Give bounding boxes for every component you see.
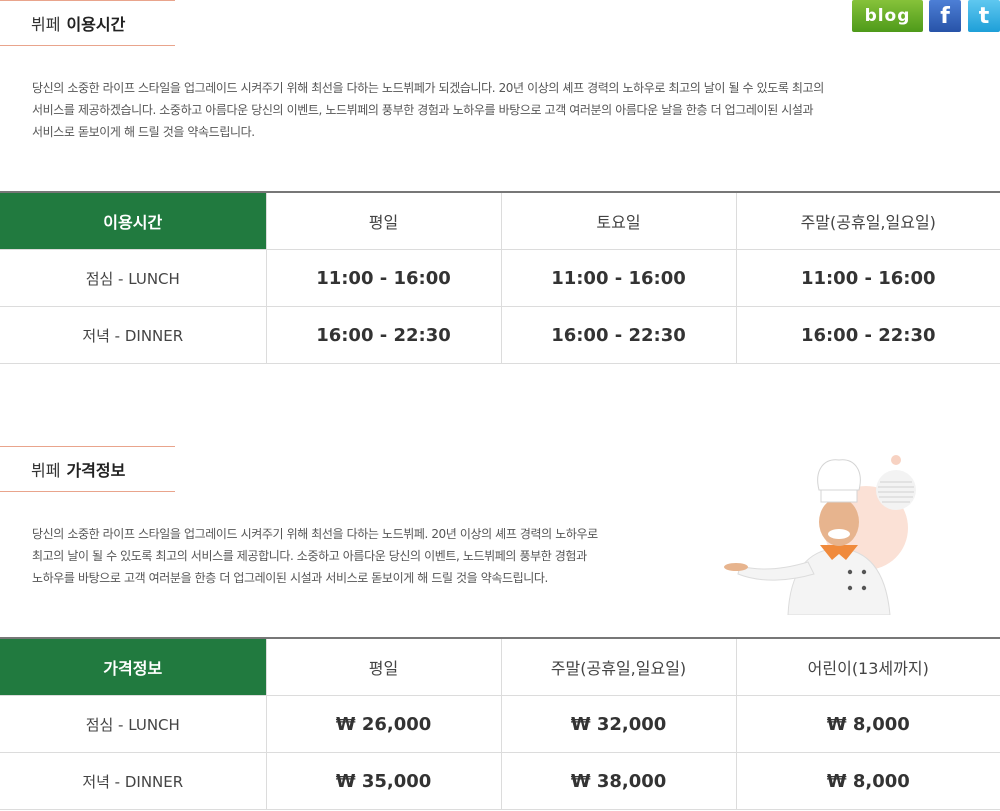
hours-section-title: 뷔페 이용시간 (0, 0, 175, 46)
price-description: 당신의 소중한 라이프 스타일을 업그레이드 시켜주기 위해 최선을 다하는 노… (32, 523, 598, 589)
table-row: 점심 - LUNCH ₩ 26,000 ₩ 32,000 ₩ 8,000 (0, 695, 1000, 753)
blog-button[interactable]: blog (852, 0, 923, 32)
blog-icon: blog (864, 6, 911, 26)
twitter-icon: t (978, 3, 990, 29)
table-cell: 11:00 - 16:00 (735, 249, 1000, 307)
facebook-icon: f (940, 3, 950, 29)
table-cell: 11:00 - 16:00 (265, 249, 501, 307)
table-row: 저녁 - DINNER 16:00 - 22:30 16:00 - 22:30 … (0, 306, 1000, 364)
hours-desc-line: 서비스로 돋보이게 해 드릴 것을 약속드립니다. (32, 125, 255, 139)
price-section-title: 뷔페 가격정보 (0, 446, 175, 492)
table-cell: 16:00 - 22:30 (500, 306, 736, 364)
price-header-weekend: 주말(공휴일,일요일) (500, 638, 736, 696)
price-table: 가격정보 평일 주말(공휴일,일요일) 어린이(13세까지) 점심 - LUNC… (0, 637, 1000, 810)
hours-table: 이용시간 평일 토요일 주말(공휴일,일요일) 점심 - LUNCH 11:00… (0, 191, 1000, 364)
table-row: 점심 - LUNCH 11:00 - 16:00 11:00 - 16:00 1… (0, 249, 1000, 307)
price-title-bold: 가격정보 (66, 461, 126, 480)
chef-illustration (724, 455, 916, 615)
row-label-lunch: 점심 - LUNCH (0, 249, 266, 307)
table-header-row: 이용시간 평일 토요일 주말(공휴일,일요일) (0, 192, 1000, 250)
price-desc-line: 당신의 소중한 라이프 스타일을 업그레이드 시켜주기 위해 최선을 다하는 노… (32, 527, 598, 541)
facebook-button[interactable]: f (929, 0, 961, 32)
table-cell: ₩ 32,000 (500, 695, 736, 753)
table-cell: ₩ 8,000 (735, 752, 1000, 810)
price-header-child: 어린이(13세까지) (735, 638, 1000, 696)
hours-desc-line: 서비스를 제공하겠습니다. 소중하고 아름다운 당신의 이벤트, 노드뷔페의 풍… (32, 103, 814, 117)
table-cell: ₩ 38,000 (500, 752, 736, 810)
hours-header-saturday: 토요일 (500, 192, 736, 250)
row-label-lunch: 점심 - LUNCH (0, 695, 266, 753)
price-header-label: 가격정보 (0, 638, 266, 696)
table-cell: 11:00 - 16:00 (500, 249, 736, 307)
table-cell: ₩ 26,000 (265, 695, 501, 753)
hours-header-weekday: 평일 (265, 192, 501, 250)
table-cell: 16:00 - 22:30 (735, 306, 1000, 364)
price-header-weekday: 평일 (265, 638, 501, 696)
table-row: 저녁 - DINNER ₩ 35,000 ₩ 38,000 ₩ 8,000 (0, 752, 1000, 810)
row-label-dinner: 저녁 - DINNER (0, 306, 266, 364)
price-desc-line: 최고의 날이 될 수 있도록 최고의 서비스를 제공합니다. 소중하고 아름다운… (32, 549, 587, 563)
hours-desc-line: 당신의 소중한 라이프 스타일을 업그레이드 시켜주기 위해 최선을 다하는 노… (32, 81, 824, 95)
price-title-prefix: 뷔페 (31, 461, 61, 480)
table-cell: ₩ 35,000 (265, 752, 501, 810)
hours-title-prefix: 뷔페 (31, 15, 61, 34)
table-header-row: 가격정보 평일 주말(공휴일,일요일) 어린이(13세까지) (0, 638, 1000, 696)
row-label-dinner: 저녁 - DINNER (0, 752, 266, 810)
price-desc-line: 노하우를 바탕으로 고객 여러분을 한층 더 업그레이된 시설과 서비스로 돋보… (32, 571, 548, 585)
hours-header-label: 이용시간 (0, 192, 266, 250)
table-cell: ₩ 8,000 (735, 695, 1000, 753)
hours-description: 당신의 소중한 라이프 스타일을 업그레이드 시켜주기 위해 최선을 다하는 노… (32, 77, 824, 143)
twitter-button[interactable]: t (968, 0, 1000, 32)
hours-header-weekend: 주말(공휴일,일요일) (735, 192, 1000, 250)
table-cell: 16:00 - 22:30 (265, 306, 501, 364)
hours-title-bold: 이용시간 (66, 15, 126, 34)
